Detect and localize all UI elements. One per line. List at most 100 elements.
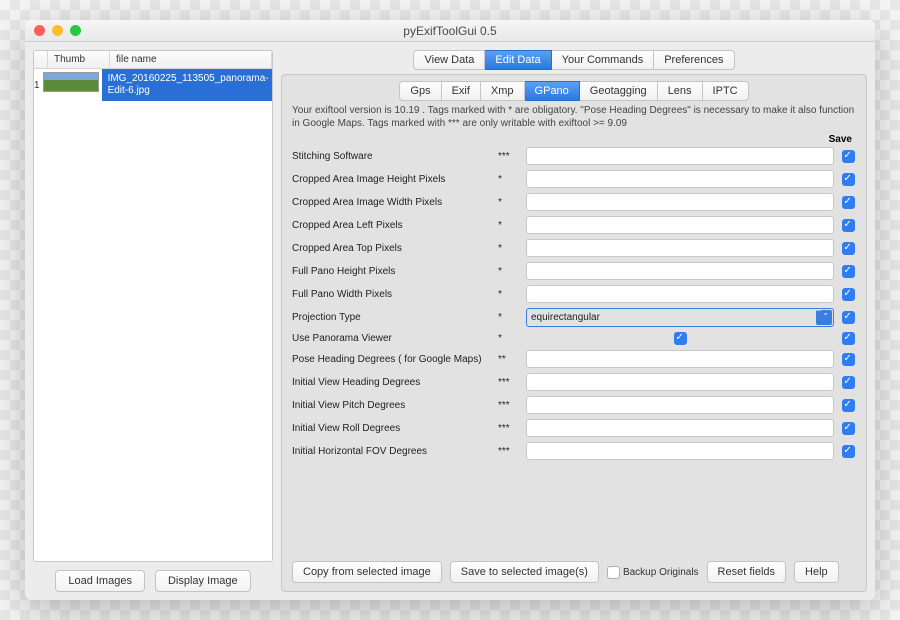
subtab-gpano[interactable]: GPano: [525, 81, 580, 101]
required-marker: *: [498, 243, 520, 254]
minimize-icon[interactable]: [52, 25, 63, 36]
subtab-geotagging[interactable]: Geotagging: [580, 81, 658, 101]
field-row: Initial View Pitch Degrees***: [292, 396, 856, 414]
save-checkbox[interactable]: [842, 311, 855, 324]
field-row: Use Panorama Viewer *: [292, 332, 856, 345]
field-label: Initial View Roll Degrees: [292, 423, 492, 434]
field-input[interactable]: [526, 216, 834, 234]
projection-type-select[interactable]: equirectangular: [526, 308, 834, 327]
field-input-wrap: [526, 419, 834, 437]
backup-originals-wrap[interactable]: Backup Originals: [607, 566, 699, 579]
left-pane: Thumb file name 1 IMG_20160225_113505_pa…: [33, 50, 273, 592]
field-label: Stitching Software: [292, 151, 492, 162]
field-row: Cropped Area Top Pixels *: [292, 239, 856, 257]
required-marker: ***: [498, 423, 520, 434]
field-input-wrap: [526, 239, 834, 257]
content-area: Thumb file name 1 IMG_20160225_113505_pa…: [25, 42, 875, 600]
save-checkbox[interactable]: [842, 332, 855, 345]
field-row: Initial Horizontal FOV Degrees ***: [292, 442, 856, 460]
required-marker: **: [498, 354, 520, 365]
field-row: Initial View Heading Degrees ***: [292, 373, 856, 391]
field-label: Full Pano Height Pixels: [292, 266, 492, 277]
edit-panel: GpsExifXmpGPanoGeotaggingLensIPTC Your e…: [281, 74, 867, 592]
help-button[interactable]: Help: [794, 561, 839, 583]
copy-from-selected-button[interactable]: Copy from selected image: [292, 561, 442, 583]
reset-fields-button[interactable]: Reset fields: [707, 561, 786, 583]
close-icon[interactable]: [34, 25, 45, 36]
field-row: Pose Heading Degrees ( for Google Maps) *…: [292, 350, 856, 368]
field-row: Full Pano Height Pixels *: [292, 262, 856, 280]
field-row: Full Pano Width Pixels*: [292, 285, 856, 303]
save-checkbox[interactable]: [842, 399, 855, 412]
subtab-gps[interactable]: Gps: [399, 81, 441, 101]
field-input[interactable]: [526, 396, 834, 414]
save-checkbox[interactable]: [842, 242, 855, 255]
field-input-wrap: [526, 285, 834, 303]
field-input-wrap: [526, 216, 834, 234]
load-images-button[interactable]: Load Images: [55, 570, 145, 592]
fields-container: Stitching Software***Cropped Area Image …: [292, 147, 856, 555]
save-checkbox[interactable]: [842, 219, 855, 232]
file-table-header: Thumb file name: [34, 51, 272, 69]
left-buttons: Load Images Display Image: [33, 570, 273, 592]
field-input[interactable]: [526, 193, 834, 211]
required-marker: *: [498, 266, 520, 277]
subtab-lens[interactable]: Lens: [658, 81, 703, 101]
field-input-wrap: [526, 396, 834, 414]
use-panorama-viewer-checkbox[interactable]: [674, 332, 687, 345]
save-to-selected-button[interactable]: Save to selected image(s): [450, 561, 599, 583]
subtab-iptc[interactable]: IPTC: [703, 81, 749, 101]
field-input[interactable]: [526, 239, 834, 257]
row-thumb: [40, 69, 102, 101]
field-input-wrap: [526, 350, 834, 368]
save-checkbox[interactable]: [842, 150, 855, 163]
field-input[interactable]: [526, 170, 834, 188]
field-input[interactable]: [526, 419, 834, 437]
field-label: Initial View Heading Degrees: [292, 377, 492, 388]
save-checkbox[interactable]: [842, 376, 855, 389]
table-row[interactable]: 1 IMG_20160225_113505_panorama-Edit-6.jp…: [34, 69, 272, 101]
subtab-exif[interactable]: Exif: [442, 81, 481, 101]
bottom-bar: Copy from selected image Save to selecte…: [292, 561, 856, 583]
required-marker: *: [498, 197, 520, 208]
field-label: Initial Horizontal FOV Degrees: [292, 446, 492, 457]
save-checkbox[interactable]: [842, 196, 855, 209]
save-checkbox[interactable]: [842, 422, 855, 435]
required-marker: ***: [498, 377, 520, 388]
save-checkbox[interactable]: [842, 173, 855, 186]
save-checkbox[interactable]: [842, 265, 855, 278]
required-marker: *: [498, 333, 520, 344]
subtab-xmp[interactable]: Xmp: [481, 81, 525, 101]
field-input[interactable]: [526, 350, 834, 368]
info-text: Your exiftool version is 10.19 . Tags ma…: [292, 105, 856, 130]
field-input[interactable]: [526, 285, 834, 303]
field-input[interactable]: [526, 147, 834, 165]
field-label: Cropped Area Top Pixels: [292, 243, 492, 254]
field-label: Pose Heading Degrees ( for Google Maps): [292, 354, 492, 365]
field-label: Use Panorama Viewer: [292, 333, 492, 344]
backup-originals-checkbox[interactable]: [607, 566, 620, 579]
save-checkbox[interactable]: [842, 445, 855, 458]
field-input[interactable]: [526, 262, 834, 280]
row-filename: IMG_20160225_113505_panorama-Edit-6.jpg: [102, 69, 273, 101]
required-marker: *: [498, 289, 520, 300]
field-label: Initial View Pitch Degrees: [292, 400, 492, 411]
col-filename[interactable]: file name: [110, 51, 272, 68]
tab-preferences[interactable]: Preferences: [654, 50, 734, 70]
display-image-button[interactable]: Display Image: [155, 570, 251, 592]
tab-edit-data[interactable]: Edit Data: [485, 50, 551, 70]
col-thumb[interactable]: Thumb: [48, 51, 110, 68]
file-table: Thumb file name 1 IMG_20160225_113505_pa…: [33, 50, 273, 562]
save-checkbox[interactable]: [842, 353, 855, 366]
required-marker: ***: [498, 446, 520, 457]
field-input[interactable]: [526, 373, 834, 391]
field-label: Projection Type: [292, 312, 492, 323]
save-checkbox[interactable]: [842, 288, 855, 301]
field-input-wrap: [526, 147, 834, 165]
field-input[interactable]: [526, 442, 834, 460]
tab-view-data[interactable]: View Data: [413, 50, 485, 70]
tab-your-commands[interactable]: Your Commands: [552, 50, 655, 70]
required-marker: *: [498, 220, 520, 231]
required-marker: ***: [498, 151, 520, 162]
zoom-icon[interactable]: [70, 25, 81, 36]
